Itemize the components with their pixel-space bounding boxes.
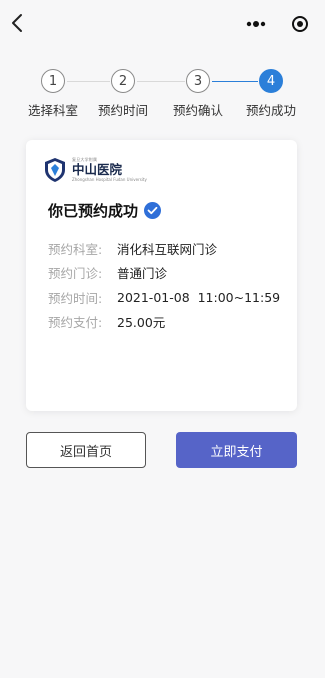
detail-label: 预约门诊: bbox=[48, 266, 103, 282]
detail-row-payment: 预约支付: 25.00元 bbox=[48, 310, 280, 335]
close-circle-icon[interactable] bbox=[285, 11, 315, 37]
mini-program-capsule bbox=[241, 11, 315, 37]
step-3-circle: 3 bbox=[186, 69, 210, 93]
detail-row-clinic: 预约门诊: 普通门诊 bbox=[48, 261, 280, 286]
detail-label: 预约科室: bbox=[48, 241, 103, 257]
detail-value: 普通门诊 bbox=[117, 266, 168, 282]
detail-value: 2021-01-08 11:00~11:59 bbox=[117, 289, 281, 305]
hospital-shield-logo-icon bbox=[44, 157, 66, 183]
appointment-result-card: 复旦大学附属 中山医院 Zhongshan Hospital Fudan Uni… bbox=[26, 140, 297, 411]
step-connector-active bbox=[212, 81, 258, 82]
return-home-button[interactable]: 返回首页 bbox=[26, 432, 146, 468]
success-heading: 你已预约成功 bbox=[48, 200, 162, 221]
more-dots-icon[interactable] bbox=[241, 11, 271, 37]
step-2-label: 预约时间 bbox=[97, 103, 148, 118]
detail-row-time: 预约时间: 2021-01-08 11:00~11:59 bbox=[48, 285, 280, 310]
step-connector bbox=[67, 81, 110, 82]
step-4-label: 预约成功 bbox=[245, 103, 296, 118]
pay-now-button[interactable]: 立即支付 bbox=[176, 432, 297, 468]
chevron-left-icon[interactable] bbox=[8, 12, 28, 34]
step-connector bbox=[137, 81, 185, 82]
success-title: 你已预约成功 bbox=[48, 202, 139, 220]
hospital-name: 中山医院 bbox=[72, 162, 123, 177]
hospital-brand: 复旦大学附属 中山医院 Zhongshan Hospital Fudan Uni… bbox=[44, 157, 147, 183]
appointment-details: 预约科室: 消化科互联网门诊 预约门诊: 普通门诊 预约时间: 2021-01-… bbox=[48, 236, 280, 334]
progress-stepper: 1 2 3 4 选择科室 预约时间 预约确认 预约成功 bbox=[0, 67, 325, 122]
detail-value: 消化科互联网门诊 bbox=[117, 241, 218, 257]
detail-row-department: 预约科室: 消化科互联网门诊 bbox=[48, 236, 280, 261]
detail-label: 预约时间: bbox=[48, 290, 103, 306]
step-1-circle: 1 bbox=[41, 69, 65, 93]
step-3-label: 预约确认 bbox=[172, 103, 223, 118]
detail-label: 预约支付: bbox=[48, 315, 103, 331]
step-1-label: 选择科室 bbox=[27, 103, 78, 118]
step-2-circle: 2 bbox=[111, 69, 135, 93]
step-4-circle: 4 bbox=[259, 69, 283, 93]
detail-value: 25.00元 bbox=[117, 315, 166, 331]
top-nav-bar bbox=[0, 0, 325, 52]
hospital-english-name: Zhongshan Hospital Fudan University bbox=[72, 177, 147, 182]
check-circle-icon bbox=[144, 202, 162, 219]
